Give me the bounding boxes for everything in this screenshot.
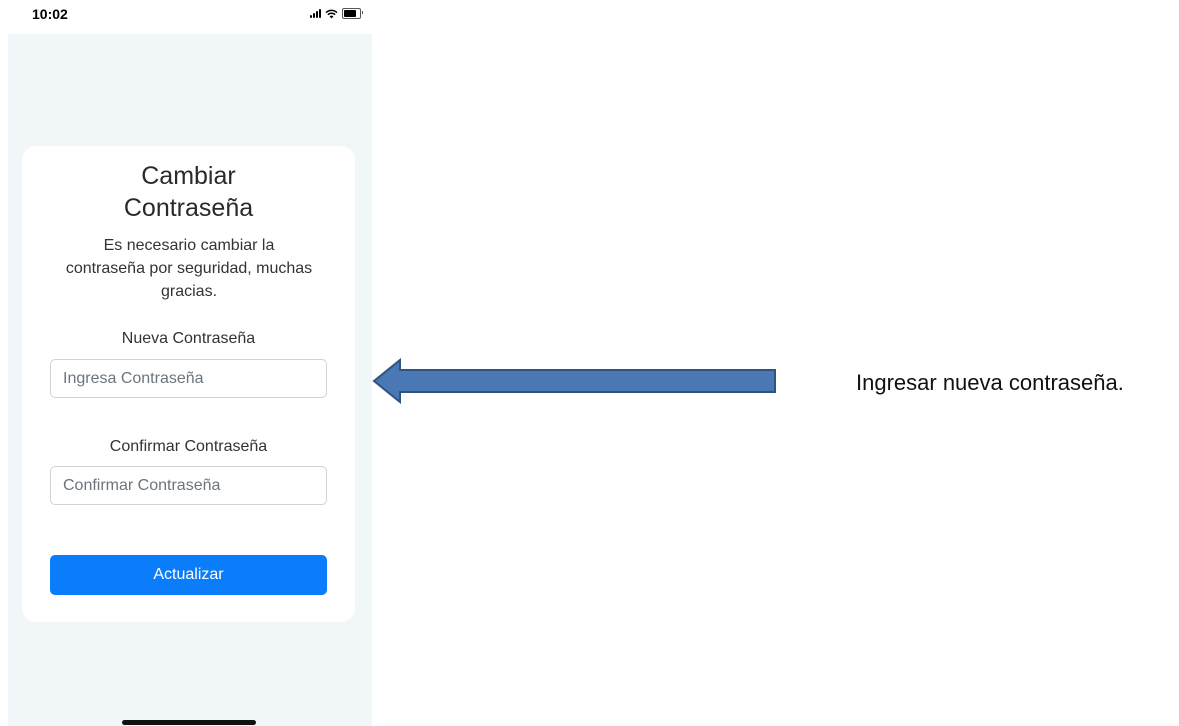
annotation-text: Ingresar nueva contraseña. <box>856 370 1124 395</box>
wifi-icon <box>325 9 338 19</box>
update-button[interactable]: Actualizar <box>50 555 327 595</box>
title-line-1: Cambiar <box>141 162 236 190</box>
status-bar: 10:02 <box>0 0 372 34</box>
signal-icon <box>310 9 321 18</box>
confirm-password-input[interactable] <box>50 466 327 505</box>
battery-icon <box>342 8 363 19</box>
change-password-card: Cambiar Contraseña Es necesario cambiar … <box>22 146 355 622</box>
home-indicator <box>122 720 256 725</box>
left-arrow-icon <box>372 357 776 405</box>
description-text: Es necesario cambiar la contraseña por s… <box>65 237 313 300</box>
page-canvas: 10:02 Cambiar Contraseña Es necesario ca… <box>0 0 1179 726</box>
page-title: Cambiar Contraseña <box>22 160 355 224</box>
phone-screen: Cambiar Contraseña Es necesario cambiar … <box>8 34 372 726</box>
confirm-password-label: Confirmar Contraseña <box>109 438 268 455</box>
new-password-label: Nueva Contraseña <box>121 330 256 347</box>
title-line-2: Contraseña <box>123 194 254 222</box>
new-password-input[interactable] <box>50 359 327 398</box>
arrow-shape <box>372 357 776 405</box>
status-time: 10:02 <box>32 6 68 22</box>
status-icons <box>310 8 363 19</box>
